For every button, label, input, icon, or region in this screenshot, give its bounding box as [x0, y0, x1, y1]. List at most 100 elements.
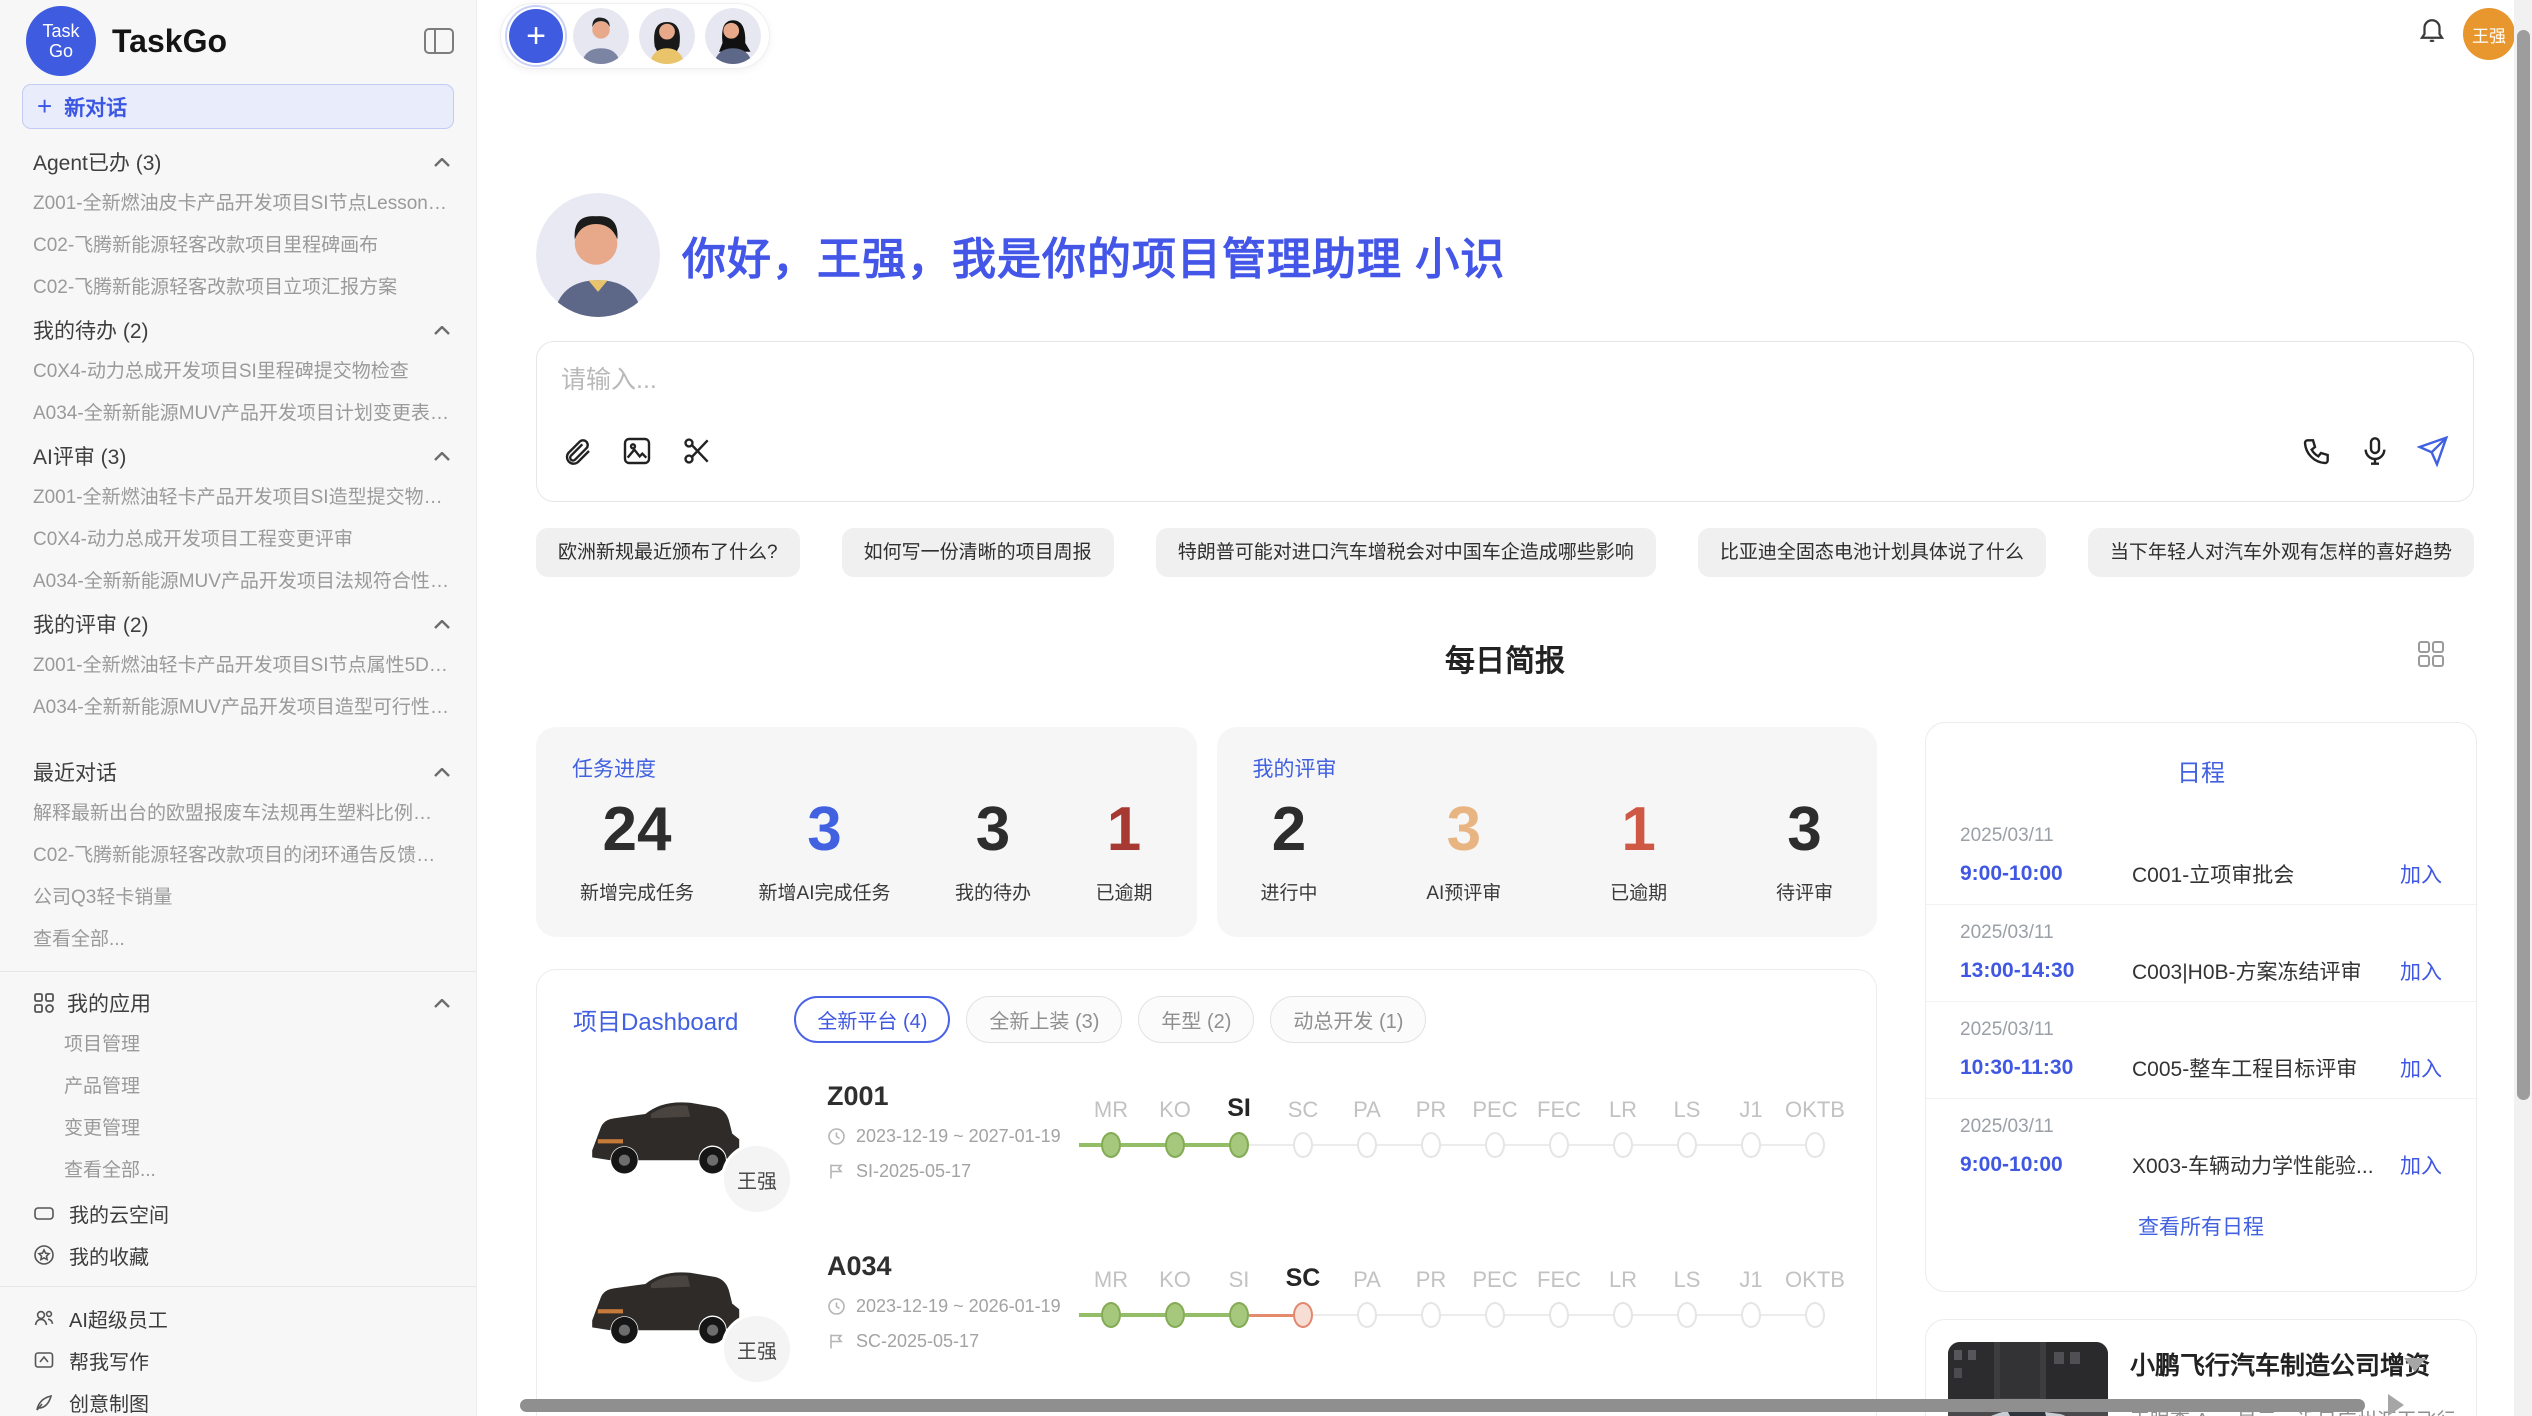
join-link[interactable]: 加入: [2400, 1053, 2442, 1083]
recent-view-all[interactable]: 查看全部...: [0, 919, 476, 961]
member-avatar[interactable]: [705, 8, 761, 64]
join-link[interactable]: 加入: [2400, 1150, 2442, 1180]
user-avatar[interactable]: 王强: [2463, 8, 2515, 60]
section-agent-done[interactable]: Agent已办 (3): [0, 141, 476, 183]
chevron-up-icon: [434, 326, 450, 335]
project-flag: SI-2025-05-17: [856, 1161, 971, 1182]
notifications-button[interactable]: [2417, 14, 2457, 54]
schedule-item: 2025/03/11 13:00-14:30 C003|H0B-方案冻结评审 加…: [1926, 905, 2476, 1002]
suggestion-chip[interactable]: 特朗普可能对进口汽车增税会对中国车企造成哪些影响: [1156, 528, 1656, 577]
task-item[interactable]: C0X4-动力总成开发项目工程变更评审: [0, 519, 476, 561]
briefing-layout-button[interactable]: [2415, 638, 2447, 670]
app-item[interactable]: 产品管理: [0, 1066, 476, 1108]
vertical-scrollbar-thumb[interactable]: [2517, 30, 2530, 1100]
logo-text-top: Task: [42, 21, 79, 41]
milestone-node: [1549, 1302, 1569, 1328]
section-recent-chats[interactable]: 最近对话: [0, 751, 476, 793]
filter-chip[interactable]: 全新上装 (3): [966, 996, 1122, 1043]
milestone: PEC: [1463, 1085, 1527, 1161]
section-ai-review[interactable]: AI评审 (3): [0, 435, 476, 477]
filter-chip[interactable]: 年型 (2): [1138, 996, 1254, 1043]
schedule-event-title: C005-整车工程目标评审: [2132, 1053, 2400, 1083]
scroll-right-arrow-icon[interactable]: [2388, 1394, 2404, 1416]
suggestion-chip[interactable]: 当下年轻人对汽车外观有怎样的喜好趋势: [2088, 528, 2474, 577]
section-label: 最近对话: [33, 757, 117, 787]
link-label: AI超级员工: [69, 1304, 168, 1333]
suggestion-chip[interactable]: 欧洲新规最近颁布了什么?: [536, 528, 800, 577]
task-item[interactable]: Z001-全新燃油轻卡产品开发项目SI节点属性5D文件评审: [0, 645, 476, 687]
flag-icon: [827, 1332, 846, 1351]
task-item[interactable]: C0X4-动力总成开发项目SI里程碑提交物检查: [0, 351, 476, 393]
stat-value: 3: [976, 797, 1010, 862]
task-item[interactable]: A034-全新新能源MUV产品开发项目法规符合性评审: [0, 561, 476, 603]
my-review-card: 我的评审 2 进行中 3 AI预评审 1 已逾期 3: [1217, 727, 1878, 937]
milestone-node: [1549, 1132, 1569, 1158]
task-item[interactable]: C02-飞腾新能源轻客改款项目立项汇报方案: [0, 267, 476, 309]
milestone: J1: [1719, 1255, 1783, 1331]
stat-label: 已逾期: [1610, 878, 1667, 905]
milestone: SI: [1207, 1255, 1271, 1331]
schedule-event-title: C001-立项审批会: [2132, 859, 2400, 889]
horizontal-scrollbar-thumb[interactable]: [520, 1399, 2365, 1412]
my-favorites[interactable]: 我的收藏: [0, 1234, 476, 1276]
join-link[interactable]: 加入: [2400, 859, 2442, 889]
vertical-scrollbar[interactable]: [2514, 0, 2532, 1416]
project-row[interactable]: 王强 Z001 2023-12-19 ~ 2027-01-19 SI-2025-…: [537, 1081, 1876, 1199]
suggestion-chip[interactable]: 如何写一份清晰的项目周报: [842, 528, 1114, 577]
member-avatar[interactable]: [573, 8, 629, 64]
filter-chip[interactable]: 全新平台 (4): [794, 996, 950, 1043]
task-item[interactable]: A034-全新新能源MUV产品开发项目造型可行性评审: [0, 687, 476, 729]
milestone: PR: [1399, 1255, 1463, 1331]
member-avatar[interactable]: [639, 8, 695, 64]
divider: [0, 971, 476, 972]
phone-call-icon[interactable]: [2301, 435, 2333, 467]
sidebar-lists: Agent已办 (3) Z001-全新燃油皮卡产品开发项目SI节点Lesson …: [0, 141, 476, 1416]
section-my-todo[interactable]: 我的待办 (2): [0, 309, 476, 351]
send-icon[interactable]: [2417, 435, 2449, 467]
app-item[interactable]: 变更管理: [0, 1108, 476, 1150]
writing-icon: [33, 1349, 55, 1371]
stat-label: 进行中: [1261, 878, 1318, 905]
section-label: Agent已办 (3): [33, 147, 161, 177]
help-me-write[interactable]: 帮我写作: [0, 1339, 476, 1381]
milestone: FEC: [1527, 1255, 1591, 1331]
recent-chat-item[interactable]: 解释最新出台的欧盟报废车法规再生塑料比例被调至15%...: [0, 793, 476, 835]
section-my-review[interactable]: 我的评审 (2): [0, 603, 476, 645]
microphone-icon[interactable]: [2359, 435, 2391, 467]
app-item[interactable]: 项目管理: [0, 1024, 476, 1066]
collapse-sidebar-icon[interactable]: [424, 28, 454, 54]
ai-super-staff[interactable]: AI超级员工: [0, 1297, 476, 1339]
attach-icon[interactable]: [561, 435, 593, 467]
recent-chat-item[interactable]: 公司Q3轻卡销量: [0, 877, 476, 919]
project-owner-badge: 王强: [721, 1143, 793, 1215]
sidebar-header: Task Go TaskGo: [0, 0, 476, 70]
join-link[interactable]: 加入: [2400, 956, 2442, 986]
task-item[interactable]: C02-飞腾新能源轻客改款项目里程碑画布: [0, 225, 476, 267]
stat-label: 已逾期: [1095, 878, 1152, 905]
project-row[interactable]: 王强 A034 2023-12-19 ~ 2026-01-19 SC-2025-…: [537, 1251, 1876, 1369]
my-cloud-space[interactable]: 我的云空间: [0, 1192, 476, 1234]
recent-chat-item[interactable]: C02-飞腾新能源轻客改款项目的闭环通告反馈情况: [0, 835, 476, 877]
new-chat-button[interactable]: + 新对话: [22, 84, 454, 129]
scissors-icon[interactable]: [681, 435, 713, 467]
suggestion-chip[interactable]: 比亚迪全固态电池计划具体说了什么: [1698, 528, 2046, 577]
dashboard-filters: 全新平台 (4) 全新上装 (3) 年型 (2) 动总开发 (1): [794, 996, 1426, 1043]
task-item[interactable]: A034-全新新能源MUV产品开发项目计划变更表编写: [0, 393, 476, 435]
message-input[interactable]: [561, 360, 2449, 430]
section-my-apps[interactable]: 我的应用: [0, 982, 476, 1024]
view-all-schedule-link[interactable]: 查看所有日程: [1926, 1211, 2476, 1241]
milestone: PEC: [1463, 1255, 1527, 1331]
add-member-button[interactable]: +: [509, 9, 563, 63]
stat: 1 已逾期: [1610, 797, 1667, 905]
filter-chip[interactable]: 动总开发 (1): [1270, 996, 1426, 1043]
task-item[interactable]: Z001-全新燃油皮卡产品开发项目SI节点Lesson Learn报告: [0, 183, 476, 225]
project-image: 王强: [581, 1081, 761, 1199]
image-icon[interactable]: [621, 435, 653, 467]
milestone-node: [1101, 1302, 1121, 1328]
apps-view-all[interactable]: 查看全部...: [0, 1150, 476, 1192]
creative-drawing[interactable]: 创意制图: [0, 1381, 476, 1416]
stat: 3 AI预评审: [1426, 797, 1501, 905]
greeting-text: 你好，王强，我是你的项目管理助理 小识: [682, 223, 1505, 287]
scroll-down-arrow-icon[interactable]: [2404, 1358, 2426, 1372]
task-item[interactable]: Z001-全新燃油轻卡产品开发项目SI造型提交物评审: [0, 477, 476, 519]
